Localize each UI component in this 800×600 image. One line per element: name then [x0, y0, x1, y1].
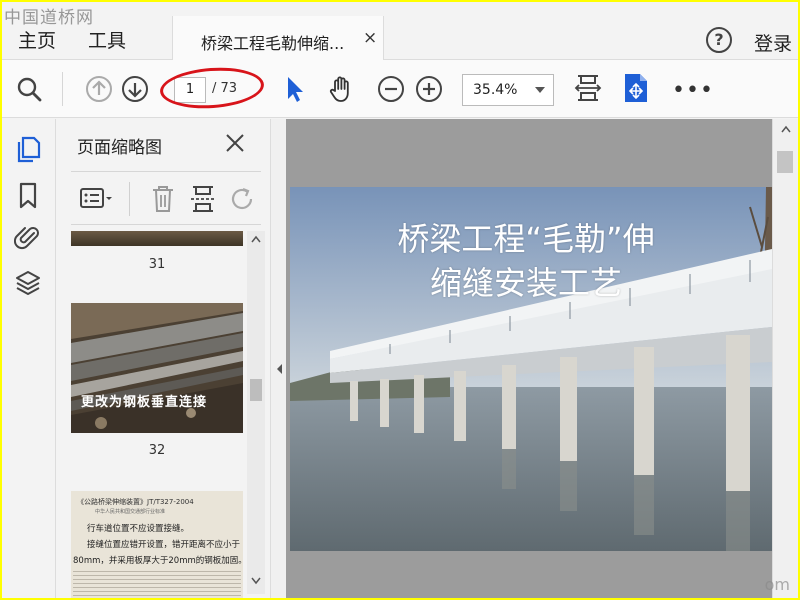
- thumbnail-doc-sub: 中华人民共和国交通部行业标准: [95, 509, 166, 515]
- thumbnail-page-32[interactable]: 更改为钢板垂直连接: [71, 303, 243, 433]
- insert-page-icon[interactable]: [189, 184, 217, 214]
- thumbnail-doc-header: 《公路桥梁伸缩装置》JT/T327-2004: [77, 498, 194, 506]
- slide-title-line: 缩缝安装工艺: [429, 264, 622, 302]
- thumbnail-page-33[interactable]: 《公路桥梁伸缩装置》JT/T327-2004 中华人民共和国交通部行业标准 行车…: [71, 491, 243, 598]
- page-thumbnails-icon[interactable]: [14, 135, 42, 163]
- tab-close-button[interactable]: ×: [363, 28, 377, 48]
- thumbnail-number: 31: [148, 257, 166, 272]
- more-options-button[interactable]: •••: [672, 78, 714, 103]
- scroll-down-icon[interactable]: [251, 577, 261, 585]
- slide-title: 桥梁工程“毛勒”伸 缩缝安装工艺: [346, 217, 706, 305]
- toolbar: 1 / 73 35.4% •••: [2, 60, 798, 118]
- construction-photo: [71, 303, 243, 433]
- document-tab[interactable]: 桥梁工程毛勒伸缩... ×: [172, 16, 384, 60]
- left-rail: [2, 119, 56, 598]
- hand-tool-icon[interactable]: [326, 74, 356, 104]
- collapse-panel-icon[interactable]: [275, 363, 283, 375]
- zoom-select[interactable]: 35.4%: [462, 74, 554, 106]
- scroll-up-icon[interactable]: [251, 235, 261, 243]
- panel-divider: [129, 182, 130, 216]
- next-page-icon[interactable]: [120, 74, 150, 104]
- menu-home[interactable]: 主页: [18, 26, 56, 53]
- close-icon[interactable]: [223, 131, 247, 155]
- zoom-value: 35.4%: [473, 82, 518, 98]
- page-display-icon[interactable]: [622, 72, 650, 104]
- tab-bar: 主页 工具 桥梁工程毛勒伸缩... × ? 登录: [2, 2, 798, 60]
- fit-page-icon[interactable]: [572, 72, 604, 104]
- toolbar-divider: [62, 72, 63, 106]
- zoom-out-icon[interactable]: [376, 74, 406, 104]
- thumbnail-doc-line: 80mm，并采用板厚大于20mm的钢板加固。: [73, 556, 243, 566]
- slide-title-line: 桥梁工程“毛勒”伸: [397, 220, 655, 258]
- thumbnail-doc-fine-print: [73, 571, 241, 598]
- thumbnail-number: 32: [148, 443, 166, 458]
- scroll-up-icon[interactable]: [781, 125, 791, 133]
- watermark-logo: 中国道桥网: [4, 8, 94, 28]
- thumbnail-doc-line: 行车道位置不应设置接缝。: [87, 524, 190, 534]
- layers-icon[interactable]: [14, 269, 42, 297]
- scrollbar-thumb[interactable]: [250, 379, 262, 401]
- thumbnail-panel: 页面缩略图 31 更改为钢板垂直连接 32 《公路桥梁伸缩装置》JT/T327-…: [57, 119, 270, 598]
- scrollbar-thumb[interactable]: [777, 151, 793, 173]
- watermark-fragment: om: [764, 575, 790, 594]
- previous-page-icon[interactable]: [84, 74, 114, 104]
- zoom-in-icon[interactable]: [414, 74, 444, 104]
- login-button[interactable]: 登录: [754, 29, 792, 56]
- delete-icon[interactable]: [149, 184, 177, 214]
- bookmark-icon[interactable]: [14, 181, 42, 209]
- document-scrollbar[interactable]: [772, 119, 798, 598]
- thumbnail-options-icon[interactable]: [79, 186, 115, 212]
- annotation-ellipse: [158, 64, 266, 112]
- thumbnail-scrollbar[interactable]: [247, 231, 265, 594]
- rotate-icon[interactable]: [229, 184, 257, 214]
- select-cursor-icon[interactable]: [280, 74, 310, 104]
- slide-page: 桥梁工程“毛勒”伸 缩缝安装工艺: [290, 187, 772, 551]
- thumbnail-doc-line: 接缝位置应错开设置，错开距离不应小于: [87, 540, 241, 550]
- panel-title: 页面缩略图: [77, 138, 162, 158]
- thumbnail-caption: 更改为钢板垂直连接: [81, 395, 208, 410]
- panel-toolbar: [71, 171, 261, 225]
- attachment-icon[interactable]: [14, 223, 42, 251]
- thumbnail-page-31[interactable]: [71, 231, 243, 246]
- panel-splitter[interactable]: [270, 119, 286, 598]
- help-icon[interactable]: ?: [706, 27, 732, 53]
- document-tab-title: 桥梁工程毛勒伸缩...: [201, 34, 345, 53]
- document-view[interactable]: 桥梁工程“毛勒”伸 缩缝安装工艺: [286, 119, 772, 598]
- chevron-down-icon: [535, 87, 545, 93]
- menu-tools[interactable]: 工具: [88, 26, 126, 53]
- thumbnail-list: 31 更改为钢板垂直连接 32 《公路桥梁伸缩装置》JT/T327-2004 中…: [57, 231, 247, 598]
- app-window: 主页 工具 桥梁工程毛勒伸缩... × ? 登录 1 / 73 35.4% ••…: [2, 2, 798, 598]
- search-icon[interactable]: [14, 74, 44, 104]
